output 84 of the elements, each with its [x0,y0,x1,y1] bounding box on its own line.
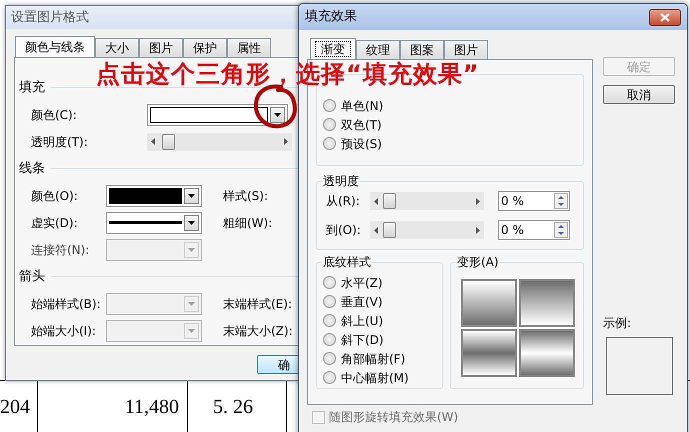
slider-thumb[interactable] [383,193,396,209]
field-label: 粗细(W): [223,214,272,232]
gradient-variant[interactable] [461,279,517,327]
slider[interactable] [370,192,484,210]
radio-button[interactable] [323,137,336,150]
radio-button[interactable] [323,295,336,308]
section-heading: 线条 [19,160,45,178]
radio-label: 垂直(V) [341,294,383,310]
percent-field[interactable]: 0 % [498,220,570,240]
tab[interactable]: 图案 [400,40,444,59]
radio-label: 水平(Z) [341,274,383,292]
field-label: 始端大小(I): [30,322,97,340]
caret-icon [188,328,195,332]
close-icon [660,12,670,22]
cancel-button[interactable]: 取消 [603,85,675,104]
color-dropdown[interactable] [147,104,288,126]
sample-label: 示例: [603,315,632,332]
gradient-variant[interactable] [461,329,517,377]
sample-preview [606,337,673,395]
close-button[interactable] [649,8,681,26]
radio-label: 中心幅射(M) [341,370,409,386]
caret-icon [188,220,195,224]
field-label: 虚实(D): [30,214,79,232]
group-title: 底纹样式 [322,254,372,270]
field-label: 从(R): [326,193,361,210]
radio-button[interactable] [323,276,336,289]
slider-thumb[interactable] [162,134,175,150]
field-label: 颜色(O): [30,188,79,204]
left-arrow-icon[interactable] [374,226,378,234]
radio-button[interactable] [323,99,336,112]
field-label: 末端大小(Z): [223,322,293,340]
caret-icon [188,302,195,306]
left-arrow-icon[interactable] [374,198,378,204]
field-label: 颜色(C): [30,106,78,124]
tab[interactable]: 属性 [227,38,271,57]
slider[interactable] [147,132,292,150]
gradient-variant[interactable] [519,279,575,327]
group-title: 变形(A) [456,254,500,270]
radio-label: 单色(N) [341,98,384,114]
left-arrow-icon[interactable] [151,138,155,145]
section-heading: 箭头 [19,268,45,286]
radio-label: 斜上(U) [341,312,384,330]
spin-arrows-icon[interactable] [554,222,568,238]
radio-label: 角部幅射(F) [341,350,406,368]
tab[interactable]: 保护 [183,38,227,57]
tab[interactable]: 图片 [444,40,488,59]
gradient-variant[interactable] [519,329,575,377]
right-arrow-icon[interactable] [284,138,288,145]
group-title: 透明度 [322,173,360,189]
window-title: 设置图片格式 [11,8,89,27]
field-label: 透明度(T): [30,134,89,150]
radio-button[interactable] [323,118,336,131]
tab[interactable]: 纹理 [356,40,400,59]
spin-arrows-icon[interactable] [554,193,568,209]
slider[interactable] [370,221,484,239]
field-label: 始端样式(B): [30,296,102,312]
caret-icon [188,194,195,198]
tab[interactable]: 大小 [95,38,139,57]
table-cell-text: 204 [0,394,31,420]
field-label: 到(O): [326,222,362,239]
window-title: 填充效果 [305,8,357,26]
caret-icon [188,248,195,252]
dash-dropdown[interactable] [106,212,202,234]
field-label: 样式(S): [223,188,268,204]
slider-thumb[interactable] [383,222,396,238]
radio-label: 双色(T) [341,116,382,134]
checkbox-label: 随图形旋转填充效果(W) [329,410,458,424]
radio-label: 斜下(D) [341,332,384,348]
radio-button[interactable] [323,352,336,365]
right-arrow-icon[interactable] [476,198,480,204]
tab[interactable]: 图片 [139,38,183,57]
radio-button[interactable] [323,371,336,384]
color-dropdown[interactable] [106,184,202,206]
radio-button[interactable] [323,333,336,346]
percent-field[interactable]: 0 % [498,191,570,211]
tab[interactable]: 颜色与线条 [15,36,95,57]
tab[interactable]: 渐变 [310,38,356,59]
field-label: 末端样式(E): [223,296,292,312]
section-heading: 填充 [19,78,45,97]
radio-label: 预设(S) [341,136,382,152]
radio-button[interactable] [323,314,336,327]
field-label: 连接符(N): [30,242,90,258]
right-arrow-icon[interactable] [476,226,480,234]
caret-icon [274,112,281,116]
